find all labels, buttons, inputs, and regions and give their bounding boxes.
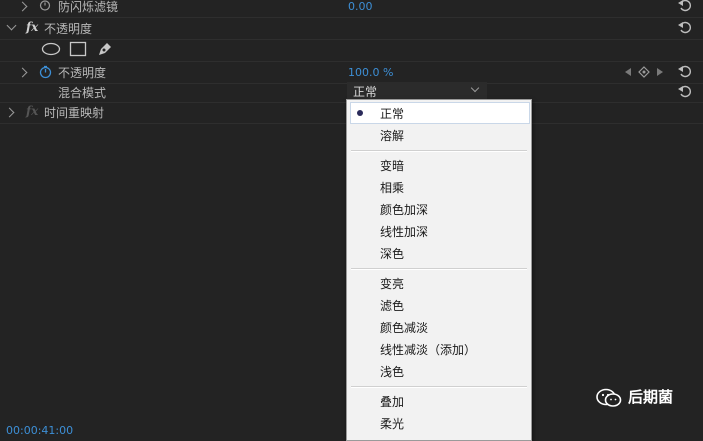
reset-icon[interactable] [677,83,693,99]
wechat-logo-icon [596,388,622,407]
reset-icon[interactable] [677,19,693,35]
add-keyframe-icon[interactable] [638,66,650,78]
menu-item-darken[interactable]: 变暗 [380,157,404,174]
menu-item-screen[interactable]: 滤色 [380,297,404,314]
blend-mode-menu: 正常 溶解 变暗 相乘 颜色加深 线性加深 深色 变亮 滤色 颜色减淡 线性减淡… [346,99,532,441]
opacity-label: 不透明度 [58,66,107,80]
menu-item-multiply[interactable]: 相乘 [380,179,404,196]
menu-item-normal[interactable]: 正常 [380,105,404,122]
menu-item-dissolve[interactable]: 溶解 [380,127,404,144]
menu-separator [351,150,527,152]
rectangle-mask-icon[interactable] [69,41,87,57]
menu-item-lighter-color[interactable]: 浅色 [380,363,404,380]
menu-item-darker-color[interactable]: 深色 [380,245,404,262]
ellipse-mask-icon[interactable] [41,42,61,56]
opacity-group-label: 不透明度 [44,22,93,36]
expand-chevron-icon[interactable] [4,107,15,118]
next-keyframe-icon[interactable] [656,67,664,77]
menu-item-lighten[interactable]: 变亮 [380,275,404,292]
menu-separator [351,386,527,388]
chevron-down-icon [470,83,480,93]
reset-icon[interactable] [677,0,693,13]
menu-item-color-dodge[interactable]: 颜色减淡 [380,319,428,336]
opacity-value[interactable]: 100.0 % [348,66,393,79]
prev-keyframe-icon[interactable] [624,67,632,77]
menu-item-soft-light[interactable]: 柔光 [380,415,404,432]
collapse-chevron-icon[interactable] [6,20,17,31]
menu-item-linear-burn[interactable]: 线性加深 [380,223,428,240]
mask-tools-row [0,39,703,62]
stopwatch-icon[interactable] [39,0,51,11]
anti-flicker-row: 防闪烁滤镜 0.00 [0,0,703,18]
menu-separator [351,268,527,270]
watermark-text: 后期菌 [628,388,674,406]
reset-icon[interactable] [677,63,693,79]
fx-icon[interactable]: fx [26,20,38,34]
menu-item-overlay[interactable]: 叠加 [380,393,404,410]
expand-chevron-icon[interactable] [17,67,28,78]
menu-item-linear-dodge[interactable]: 线性减淡（添加） [380,341,476,358]
fx-icon: fx [26,104,39,118]
radio-dot-icon [357,110,363,116]
anti-flicker-label: 防闪烁滤镜 [58,0,119,14]
opacity-group-row: fx 不透明度 [0,17,703,40]
stopwatch-active-icon[interactable] [39,65,52,79]
blend-mode-label: 混合模式 [58,86,107,100]
blend-mode-dropdown[interactable]: 正常 [347,82,487,100]
menu-item-color-burn[interactable]: 颜色加深 [380,201,428,218]
blend-mode-selected: 正常 [353,85,378,99]
selected-highlight [350,102,530,124]
time-remap-label: 时间重映射 [44,106,105,120]
pen-mask-icon[interactable] [96,40,114,58]
anti-flicker-value[interactable]: 0.00 [348,0,373,13]
expand-chevron-icon[interactable] [17,1,28,12]
